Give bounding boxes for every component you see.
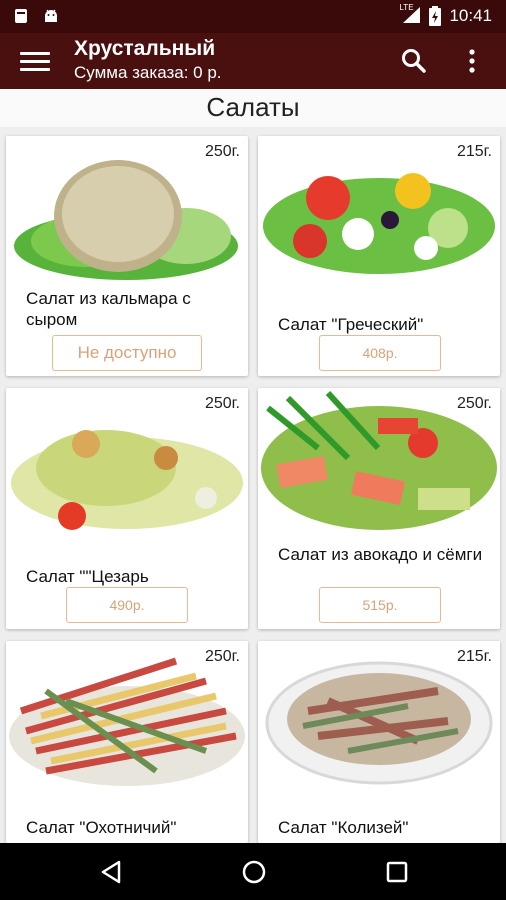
network-type: LTE [399,3,414,12]
order-total: Сумма заказа: 0 р. [74,63,222,82]
weight-label: 250г. [204,143,240,160]
notification-icon [15,9,27,23]
battery-charging-icon [429,6,442,26]
status-bar: LTE 10:41 [0,0,506,33]
product-name: Салат "Колизей" [278,818,409,837]
section-title: Салаты [0,89,506,127]
android-icon [45,9,57,22]
back-icon[interactable] [98,859,124,885]
search-icon[interactable] [399,46,429,76]
app-bar: Хрустальный Сумма заказа: 0 р. [0,33,506,89]
clock: 10:41 [449,6,492,25]
more-vert-icon[interactable] [460,46,484,76]
product-card[interactable]: 250г. Салат "Охотничий" [6,641,248,843]
product-name: Салат ""Цезарь [26,567,149,586]
weight-label: 250г. [456,395,492,412]
price-button[interactable]: Не доступно [52,335,202,371]
menu-icon[interactable] [20,47,50,75]
price-button[interactable]: 515р. [319,587,441,623]
weight-label: 250г. [204,395,240,412]
weight-label: 215г. [456,143,492,160]
product-card[interactable]: 250г. Салат ""Цезарь 490р. [6,388,248,629]
product-card[interactable]: 215г. Салат "Колизей" [258,641,500,843]
system-nav-bar [0,843,506,900]
product-card[interactable]: 250г. Салат из авокадо и сёмги 515р. [258,388,500,629]
weight-label: 215г. [456,648,492,665]
home-icon[interactable] [241,859,267,885]
app-title: Хрустальный [74,37,216,60]
product-name: Салат "Греческий" [278,315,424,334]
recents-icon[interactable] [385,860,409,884]
product-name: Салат "Охотничий" [26,818,177,837]
weight-label: 250г. [204,648,240,665]
price-button[interactable]: 408р. [319,335,441,371]
product-card[interactable]: 250г. Салат из кальмара с сыром Не досту… [6,136,248,376]
product-name: Салат из авокадо и сёмги [278,545,483,564]
product-name: Салат из кальмара с сыром [26,289,191,329]
lte-signal-icon: LTE [399,3,421,26]
product-card[interactable]: 215г. Салат "Греческий" 408р. [258,136,500,376]
price-button[interactable]: 490р. [66,587,188,623]
